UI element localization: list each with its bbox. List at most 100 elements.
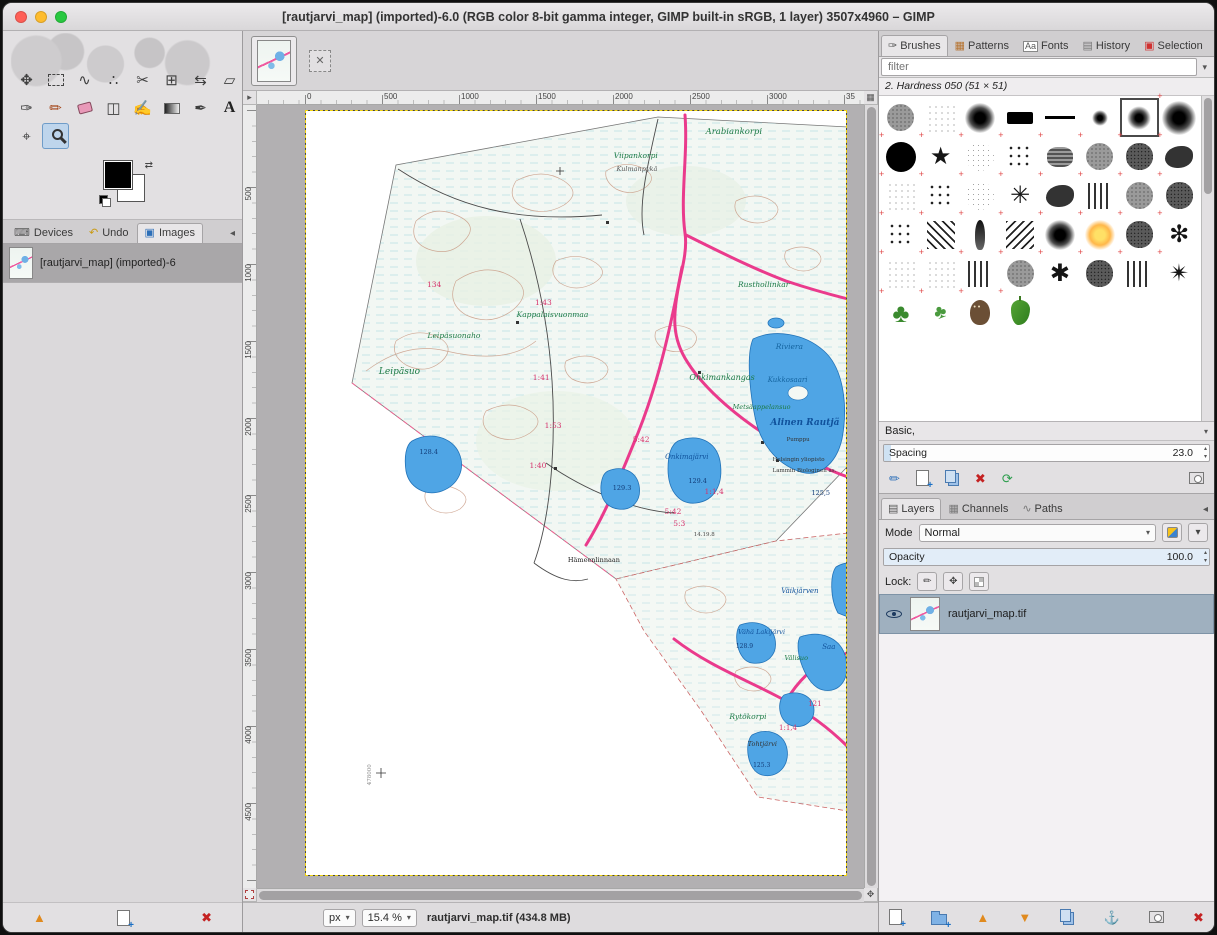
fine-line[interactable] bbox=[1040, 98, 1080, 137]
delete-brush-button[interactable]: ✖ bbox=[975, 472, 986, 485]
edit-brush-button[interactable]: ✏ bbox=[889, 472, 900, 485]
soft-big[interactable] bbox=[1040, 215, 1080, 254]
brush-tag-entry[interactable]: Basic, ▾ bbox=[879, 422, 1214, 441]
dot-cluster[interactable] bbox=[1000, 137, 1040, 176]
acorn-owl[interactable] bbox=[961, 293, 1001, 332]
speckle-2[interactable] bbox=[881, 254, 921, 293]
vertical-scrollbar[interactable] bbox=[864, 105, 878, 888]
tool-select-by-color[interactable]: ∴ bbox=[100, 67, 127, 93]
close-button[interactable] bbox=[15, 11, 27, 23]
tool-flip[interactable]: ⇆ bbox=[187, 67, 214, 93]
tab-patterns[interactable]: ▦ Patterns bbox=[948, 35, 1016, 56]
foreground-color-swatch[interactable] bbox=[104, 161, 132, 189]
vertical-ruler[interactable]: 50010001500200025003000350040004500 bbox=[243, 105, 257, 888]
duplicate-layer-button[interactable] bbox=[1060, 909, 1071, 922]
anchor-layer-button[interactable]: ⚓ bbox=[1104, 911, 1120, 924]
tool-smudge[interactable]: ✍ bbox=[129, 95, 156, 121]
tab-channels[interactable]: ▦ Channels bbox=[941, 498, 1015, 519]
tool-rectangle-select[interactable] bbox=[42, 67, 69, 93]
layer-visibility-toggle[interactable] bbox=[886, 607, 902, 621]
horizontal-scrollbar[interactable] bbox=[257, 888, 864, 902]
tuft[interactable] bbox=[1120, 254, 1160, 293]
new-display-button[interactable] bbox=[117, 910, 130, 926]
dock-menu-button[interactable]: ◂ bbox=[226, 228, 239, 243]
hatch-1[interactable] bbox=[921, 215, 961, 254]
new-layer-button[interactable] bbox=[889, 909, 902, 925]
chalk[interactable] bbox=[1040, 137, 1080, 176]
tool-zoom[interactable] bbox=[42, 123, 69, 149]
grunge-7[interactable] bbox=[1080, 254, 1120, 293]
image-list-item[interactable]: [rautjarvi_map] (imported)-6 bbox=[3, 244, 242, 282]
tab-history[interactable]: ▤ History bbox=[1075, 35, 1137, 56]
image-page[interactable]: ArabiankorpiViipankorpiKulmanpykäRusthol… bbox=[305, 110, 847, 876]
blob-2[interactable] bbox=[1040, 176, 1080, 215]
tool-gradient[interactable] bbox=[158, 95, 185, 121]
image-menu-button[interactable]: ▸ bbox=[243, 91, 257, 105]
hardness-025[interactable] bbox=[1080, 98, 1120, 137]
horizontal-scroll-thumb[interactable] bbox=[259, 891, 862, 900]
burst[interactable]: ✳ bbox=[1000, 176, 1040, 215]
hatch-2[interactable] bbox=[1000, 215, 1040, 254]
canvas-viewport[interactable]: ArabiankorpiViipankorpiKulmanpykäRusthol… bbox=[257, 105, 864, 888]
tool-cage-transform[interactable]: ▱ bbox=[216, 67, 243, 93]
filter-input[interactable] bbox=[881, 58, 1197, 76]
scatter[interactable] bbox=[921, 176, 961, 215]
tool-crop[interactable]: ✂ bbox=[129, 67, 156, 93]
delete-layer-button[interactable]: ✖ bbox=[1193, 911, 1204, 924]
snowflake[interactable]: ✻ bbox=[1159, 215, 1199, 254]
feather[interactable] bbox=[961, 215, 1001, 254]
star[interactable]: ★ bbox=[921, 137, 961, 176]
minimize-button[interactable] bbox=[35, 11, 47, 23]
image-tab[interactable] bbox=[251, 36, 297, 86]
lower-layer-button[interactable]: ▼ bbox=[1018, 911, 1031, 924]
tab-undo[interactable]: ↶ Undo bbox=[81, 223, 137, 243]
new-layer-group-button[interactable] bbox=[931, 914, 947, 925]
delete-image-button[interactable]: ✖ bbox=[201, 911, 212, 924]
grunge-2[interactable] bbox=[1120, 137, 1160, 176]
add-layer-mask-button[interactable] bbox=[1149, 911, 1164, 923]
grunge-5[interactable] bbox=[1120, 215, 1160, 254]
hardness-050[interactable] bbox=[1120, 98, 1160, 137]
tab-layers[interactable]: ▤ Layers bbox=[881, 498, 941, 519]
duplicate-brush-button[interactable] bbox=[945, 470, 956, 483]
raise-displays-button[interactable]: ▲ bbox=[33, 911, 46, 924]
canvas-corner-toggle[interactable]: ▦ bbox=[864, 91, 878, 105]
sparse-dots[interactable] bbox=[921, 98, 961, 137]
spray-2[interactable] bbox=[961, 176, 1001, 215]
lock-position-button[interactable]: ✥ bbox=[943, 572, 963, 591]
hardness-075[interactable] bbox=[1159, 98, 1199, 137]
tab-selection[interactable]: ▣ Selection bbox=[1137, 35, 1210, 56]
new-brush-button[interactable] bbox=[916, 470, 929, 486]
leaves-1[interactable]: ♣ bbox=[881, 293, 921, 332]
swap-colors-icon[interactable]: ⇄ bbox=[145, 161, 153, 171]
tool-free-select[interactable]: ∿ bbox=[71, 67, 98, 93]
confetti[interactable] bbox=[881, 215, 921, 254]
lock-alpha-button[interactable] bbox=[969, 572, 989, 591]
lock-pixels-button[interactable]: ✏ bbox=[917, 572, 937, 591]
block[interactable] bbox=[1000, 98, 1040, 137]
tab-devices[interactable]: ⌨ Devices bbox=[6, 223, 81, 243]
speckle-1[interactable] bbox=[881, 176, 921, 215]
bristles[interactable] bbox=[1080, 176, 1120, 215]
grunge-6[interactable] bbox=[1000, 254, 1040, 293]
leaves-2[interactable]: ♣ bbox=[921, 293, 961, 332]
unit-select[interactable]: px ▾ bbox=[323, 909, 356, 927]
grunge-4[interactable] bbox=[1159, 176, 1199, 215]
open-brush-as-image-button[interactable] bbox=[1189, 472, 1204, 484]
opacity-slider[interactable]: Opacity 100.0 ▴▾ bbox=[883, 548, 1210, 566]
vertical-scroll-thumb[interactable] bbox=[867, 107, 876, 886]
tool-color-picker[interactable]: ⌖ bbox=[13, 123, 40, 149]
tool-text[interactable]: A bbox=[216, 95, 243, 121]
empty-tab-icon[interactable]: ✕ bbox=[309, 50, 331, 72]
grunge-3[interactable] bbox=[1120, 176, 1160, 215]
tool-pencil[interactable]: ✏ bbox=[42, 95, 69, 121]
speckle-3[interactable] bbox=[921, 254, 961, 293]
mode-select[interactable]: Normal ▾ bbox=[919, 524, 1156, 542]
grunge-1[interactable] bbox=[1080, 137, 1120, 176]
blend-options-button[interactable]: ▾ bbox=[1188, 523, 1208, 542]
dock-menu-button[interactable]: ◂ bbox=[1199, 504, 1212, 519]
layer-row-rautjarvi[interactable]: rautjarvi_map.tif bbox=[879, 594, 1214, 634]
horizontal-ruler[interactable]: 05001000150020002500300035 bbox=[257, 91, 864, 105]
quick-mask-toggle[interactable] bbox=[243, 888, 257, 902]
tool-ink[interactable]: ✒ bbox=[187, 95, 214, 121]
